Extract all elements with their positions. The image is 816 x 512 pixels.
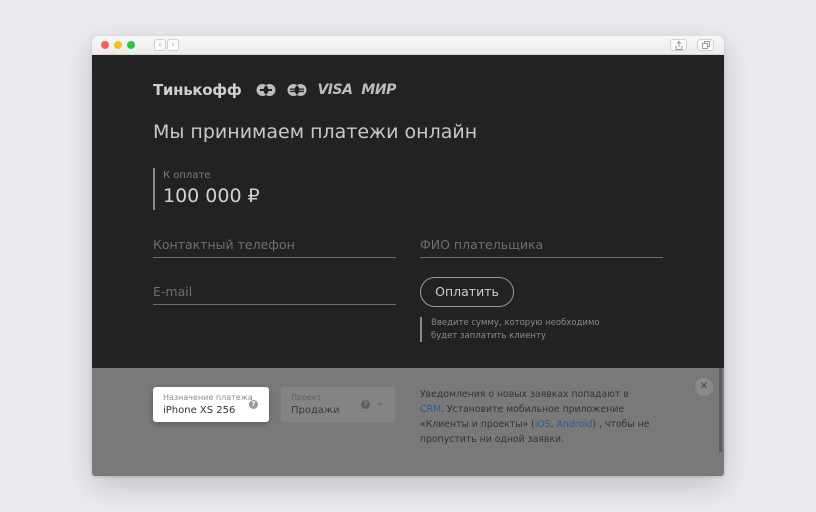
payment-page: Тинькофф VISA МИР Мы принимаем платежи о… <box>92 55 724 476</box>
android-link[interactable]: Android <box>557 419 593 430</box>
close-icon[interactable]: ✕ <box>695 378 713 396</box>
mir-logo: МИР <box>361 82 396 98</box>
amount-hint: Введите сумму, которую необходимо будет … <box>420 317 600 342</box>
project-label: Проект <box>291 393 322 402</box>
mastercard-icon <box>255 83 277 97</box>
tabs-overview-icon[interactable] <box>697 39 714 51</box>
tinkoff-logo: Тинькофф <box>153 81 242 99</box>
purpose-label: Назначение платежа <box>163 393 253 402</box>
close-window-button[interactable] <box>101 41 109 49</box>
pay-button[interactable]: Оплатить <box>420 277 514 307</box>
phone-placeholder: Контактный телефон <box>153 237 295 252</box>
minimize-window-button[interactable] <box>114 41 122 49</box>
amount-block: К оплате 100 000 ₽ <box>153 168 260 210</box>
fio-placeholder: ФИО плательщика <box>420 237 544 252</box>
payment-systems: VISA МИР <box>255 82 396 98</box>
crm-link[interactable]: CRM <box>420 404 441 415</box>
fio-field[interactable]: ФИО плательщика <box>420 236 663 258</box>
purpose-field[interactable]: Назначение платежа iPhone XS 256 ? <box>153 387 269 422</box>
purpose-value: iPhone XS 256 <box>163 405 236 416</box>
back-button[interactable]: ‹ <box>154 39 166 51</box>
ios-link[interactable]: iOS <box>535 419 551 430</box>
hint-line-1: Введите сумму, которую необходимо <box>431 318 600 328</box>
settings-panel: Назначение платежа iPhone XS 256 ? Проек… <box>92 368 724 476</box>
hint-line-2: будет заплатить клиенту <box>431 331 546 341</box>
scrollbar[interactable] <box>719 368 722 452</box>
forward-button[interactable]: › <box>167 39 179 51</box>
chevron-down-icon[interactable]: ⌄ <box>377 398 384 407</box>
amount-value: 100 000 ₽ <box>163 185 260 207</box>
visa-logo: VISA <box>317 82 353 98</box>
project-help-icon[interactable]: ? <box>361 400 370 409</box>
notice-part-1: Уведомления о новых заявках попадают в <box>420 389 629 400</box>
maestro-icon <box>286 83 308 97</box>
project-select[interactable]: Проект Продажи ? ⌄ <box>281 387 395 422</box>
browser-titlebar: ‹ › <box>92 36 724 55</box>
browser-window: ‹ › Тинькофф VISA МИР Мы принимаем плате… <box>92 36 724 476</box>
project-value: Продажи <box>291 405 340 416</box>
help-icon[interactable]: ? <box>249 400 258 409</box>
share-icon[interactable] <box>670 39 687 51</box>
maximize-window-button[interactable] <box>127 41 135 49</box>
page-title: Мы принимаем платежи онлайн <box>153 121 478 143</box>
notice-text: Уведомления о новых заявках попадают в C… <box>420 387 650 447</box>
phone-field[interactable]: Контактный телефон <box>153 236 396 258</box>
brand-row: Тинькофф VISA МИР <box>153 80 396 100</box>
email-placeholder: E-mail <box>153 284 193 299</box>
email-field[interactable]: E-mail <box>153 283 396 305</box>
amount-label: К оплате <box>163 170 211 181</box>
